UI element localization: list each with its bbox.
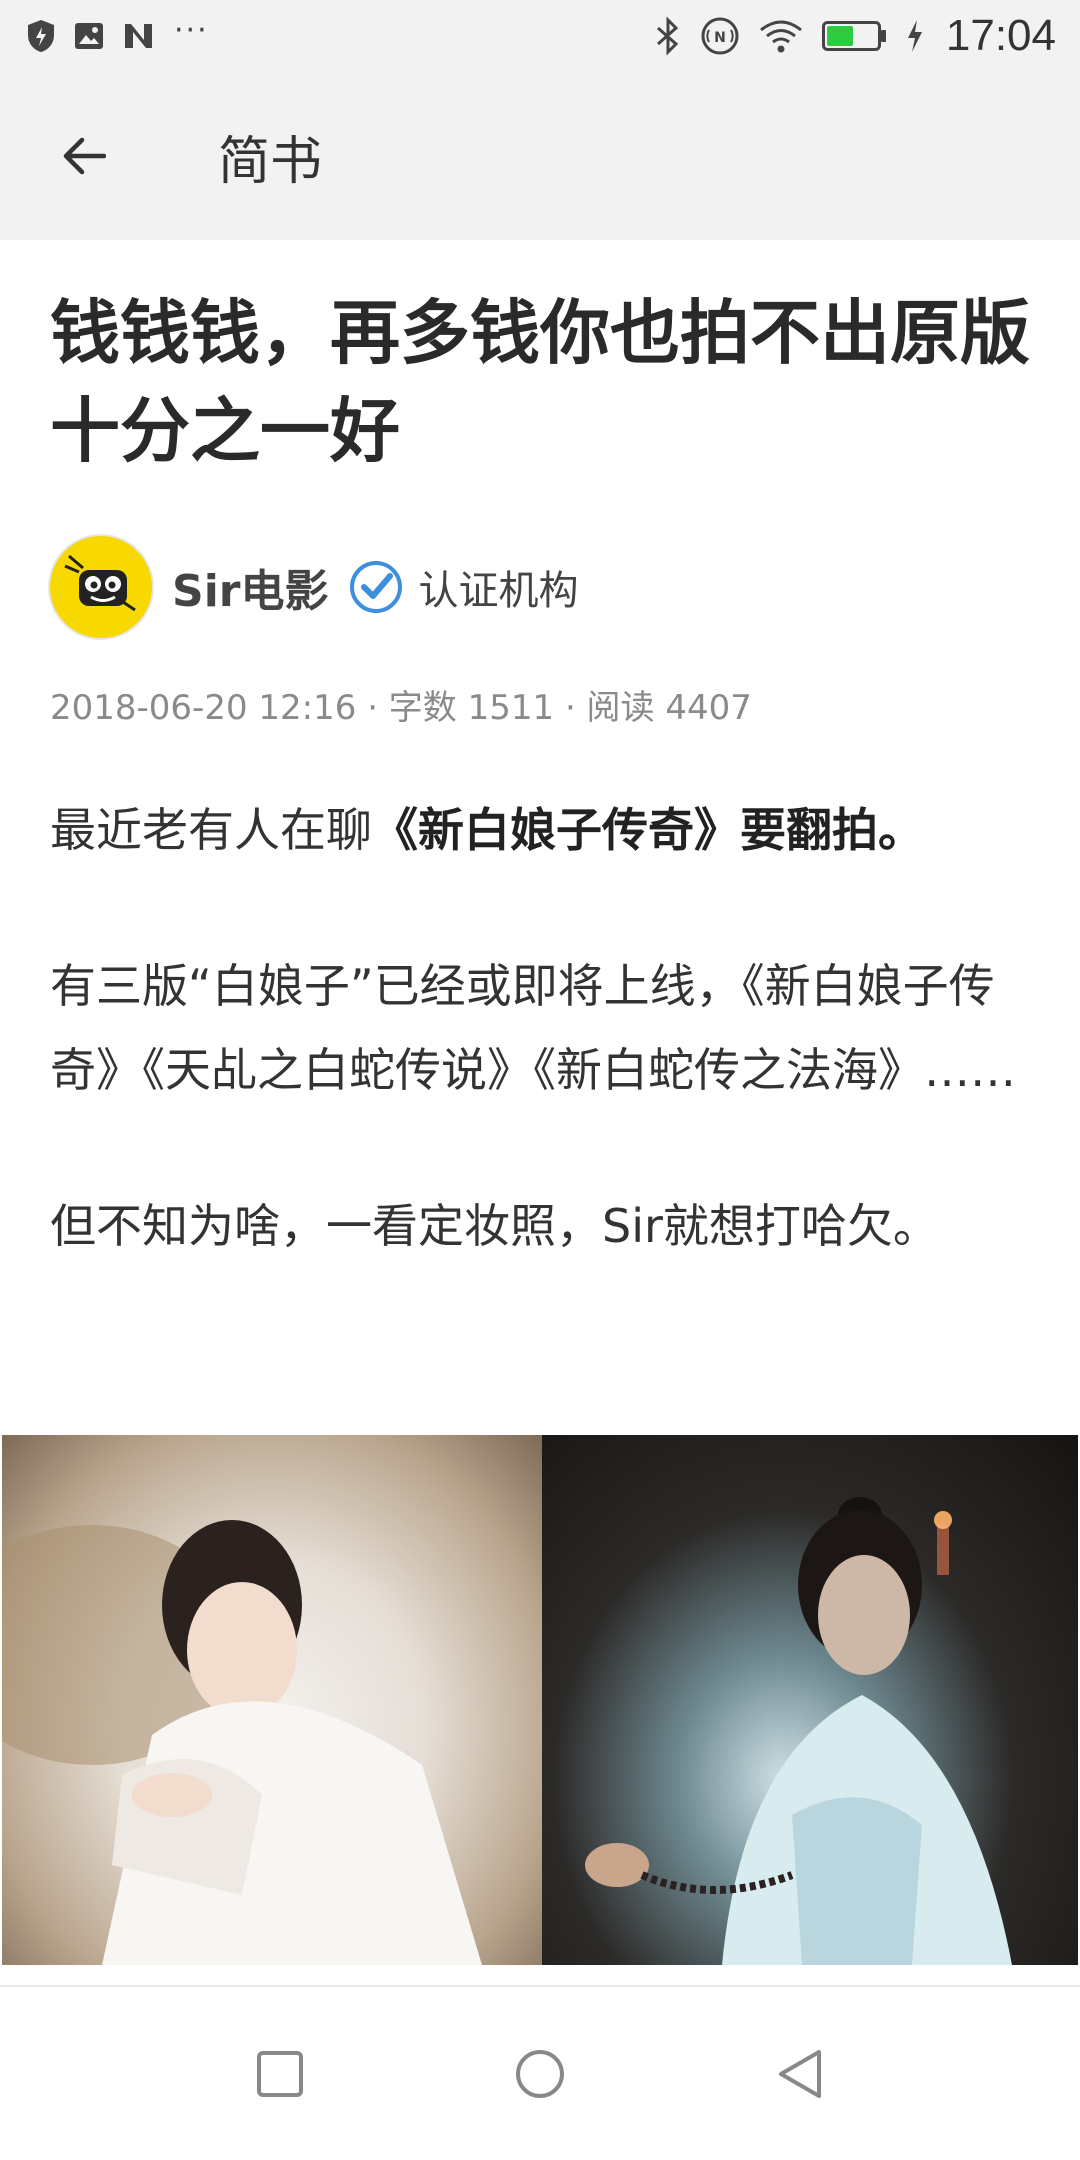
more-notifications-icon: ··· bbox=[174, 13, 209, 48]
back-triangle-icon bbox=[779, 2049, 821, 2098]
nfc-icon: N bbox=[700, 16, 740, 56]
home-icon bbox=[516, 2049, 564, 2098]
recent-apps-icon bbox=[257, 2050, 303, 2097]
paragraph-1-bold: 《新白娘子传奇》要翻拍。 bbox=[372, 803, 924, 857]
verified-label: 认证机构 bbox=[418, 568, 579, 614]
status-time: 17:04 bbox=[945, 11, 1056, 60]
nav-back-button[interactable] bbox=[765, 2039, 835, 2109]
app-title: 简书 bbox=[218, 131, 323, 192]
status-left-icons: ··· bbox=[26, 13, 209, 53]
author-row: Sir电影 认证机构 bbox=[48, 532, 578, 642]
status-right-icons: N 17:04 bbox=[654, 11, 1056, 61]
paragraph-1-text: 最近老有人在聊 bbox=[50, 803, 372, 857]
paragraph-1: 最近老有人在聊《新白娘子传奇》要翻拍。 bbox=[50, 788, 1035, 872]
app-bar: 简书 bbox=[0, 72, 1080, 240]
verified-badge-icon bbox=[348, 559, 404, 615]
charging-icon bbox=[906, 19, 924, 53]
status-bar: ··· N 17:04 bbox=[0, 0, 1080, 72]
article-image-right bbox=[542, 1435, 1078, 1965]
n-logo-icon bbox=[122, 22, 156, 50]
article-image-left bbox=[2, 1435, 542, 1965]
paragraph-3: 但不知为啥，一看定妆照，Sir就想打哈欠。 bbox=[50, 1199, 939, 1253]
home-button[interactable] bbox=[505, 2039, 575, 2109]
svg-text:N: N bbox=[714, 30, 726, 46]
author-name[interactable]: Sir电影 bbox=[172, 555, 328, 619]
bluetooth-icon bbox=[654, 16, 682, 56]
article-body: 最近老有人在聊《新白娘子传奇》要翻拍。 有三版“白娘子”已经或即将上线，《新白娘… bbox=[50, 788, 1035, 1268]
wifi-icon bbox=[758, 18, 804, 54]
recent-apps-button[interactable] bbox=[245, 2039, 315, 2109]
back-button[interactable] bbox=[38, 111, 128, 201]
article-title: 钱钱钱，再多钱你也拍不出原版十分之一好 bbox=[50, 292, 1030, 472]
paragraph-2: 有三版“白娘子”已经或即将上线，《新白娘子传奇》《天乩之白蛇传说》《新白蛇传之法… bbox=[50, 959, 1016, 1097]
system-nav-bar bbox=[0, 1987, 1080, 2160]
camera-mascot-icon bbox=[64, 554, 136, 612]
image-icon bbox=[74, 22, 104, 50]
shield-icon bbox=[26, 19, 56, 53]
battery-icon bbox=[821, 19, 888, 53]
article-content: 钱钱钱，再多钱你也拍不出原版十分之一好 Sir电影 认证机构 2018-06-2… bbox=[0, 240, 1080, 1965]
arrow-left-icon bbox=[63, 137, 106, 175]
article-meta: 2018-06-20 12:16 · 字数 1511 · 阅读 4407 bbox=[50, 688, 752, 728]
article-image[interactable] bbox=[2, 1435, 1078, 1965]
author-avatar[interactable] bbox=[48, 534, 154, 640]
